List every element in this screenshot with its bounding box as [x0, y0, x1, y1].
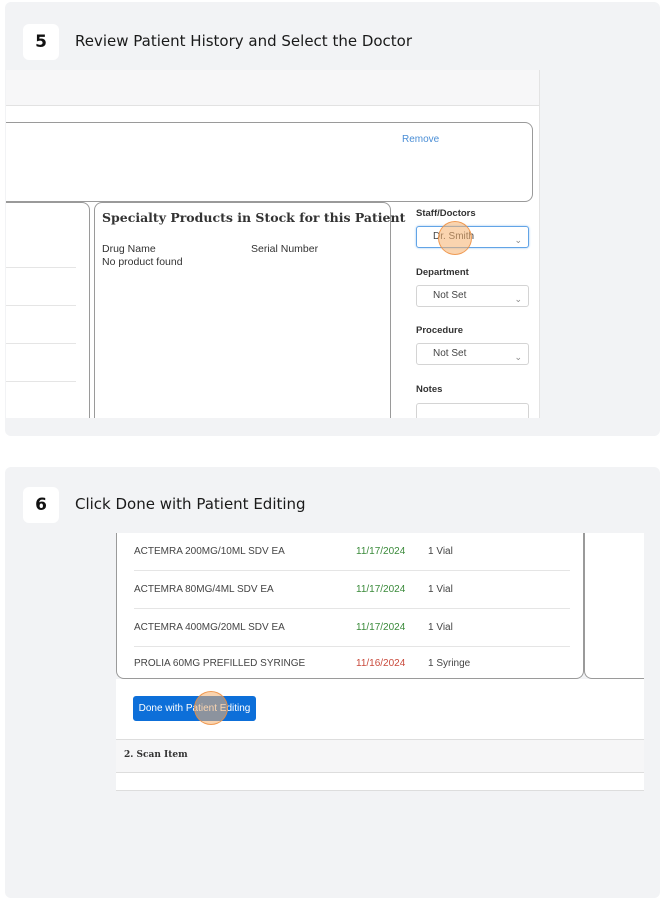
table-row: ACTEMRA 80MG/4ML SDV EA 11/17/2024 1 Via…	[134, 571, 570, 609]
step-number: 6	[23, 487, 59, 523]
scan-item-section: 2. Scan Item	[116, 739, 644, 773]
divider	[6, 343, 76, 344]
staff-doctors-select[interactable]: Dr. Smith ⌄	[416, 226, 529, 248]
side-panel	[584, 533, 644, 679]
medication-list-panel: ACTEMRA 200MG/10ML SDV EA 11/17/2024 1 V…	[116, 533, 584, 679]
step-6-screenshot: ACTEMRA 200MG/10ML SDV EA 11/17/2024 1 V…	[22, 533, 644, 881]
step-6-card: 6 Click Done with Patient Editing ACTEMR…	[5, 467, 660, 898]
patient-history-panel	[6, 202, 90, 418]
right-gutter	[539, 70, 644, 418]
top-bar	[6, 70, 539, 106]
divider	[6, 305, 76, 306]
step-5-card: 5 Review Patient History and Select the …	[5, 2, 660, 436]
item-name: ACTEMRA 80MG/4ML SDV EA	[134, 584, 274, 595]
table-row: ACTEMRA 400MG/20ML SDV EA 11/17/2024 1 V…	[134, 609, 570, 647]
column-header-drug-name: Drug Name	[102, 243, 156, 255]
divider	[6, 267, 76, 268]
empty-message: No product found	[102, 256, 183, 268]
item-quantity: 1 Vial	[428, 584, 453, 595]
done-with-patient-editing-button[interactable]: Done with Patient Editing	[133, 696, 256, 721]
scan-item-title: 2. Scan Item	[124, 750, 188, 760]
item-date: 11/17/2024	[356, 622, 406, 633]
procedure-label: Procedure	[416, 325, 463, 336]
specialty-products-panel	[94, 202, 391, 418]
procedure-select[interactable]: Not Set ⌄	[416, 343, 529, 365]
department-value: Not Set	[433, 290, 467, 301]
step-5-screenshot: Remove Specialty Products in Stock for t…	[6, 70, 644, 418]
chevron-down-icon: ⌄	[514, 235, 522, 245]
scan-item-body	[116, 773, 644, 791]
item-date: 11/16/2024	[356, 658, 406, 669]
item-quantity: 1 Vial	[428, 546, 453, 557]
staff-doctors-label: Staff/Doctors	[416, 208, 476, 219]
patient-notes-panel	[6, 122, 533, 202]
specialty-products-title: Specialty Products in Stock for this Pat…	[102, 210, 406, 225]
column-header-serial-number: Serial Number	[251, 243, 319, 255]
staff-doctors-value: Dr. Smith	[433, 231, 475, 242]
table-row: ACTEMRA 200MG/10ML SDV EA 11/17/2024 1 V…	[134, 533, 570, 571]
step-number: 5	[23, 24, 59, 60]
chevron-down-icon: ⌄	[514, 352, 522, 362]
item-date: 11/17/2024	[356, 584, 406, 595]
step-title: Click Done with Patient Editing	[75, 495, 306, 513]
item-name: ACTEMRA 200MG/10ML SDV EA	[134, 546, 285, 557]
department-label: Department	[416, 267, 469, 278]
procedure-value: Not Set	[433, 348, 467, 359]
department-select[interactable]: Not Set ⌄	[416, 285, 529, 307]
notes-label: Notes	[416, 384, 443, 395]
item-quantity: 1 Vial	[428, 622, 453, 633]
remove-link[interactable]: Remove	[402, 134, 439, 145]
table-row: PROLIA 60MG PREFILLED SYRINGE 11/16/2024…	[134, 645, 570, 683]
item-name: ACTEMRA 400MG/20ML SDV EA	[134, 622, 285, 633]
notes-input[interactable]	[416, 403, 529, 418]
step-title: Review Patient History and Select the Do…	[75, 32, 413, 50]
item-date: 11/17/2024	[356, 546, 406, 557]
item-quantity: 1 Syringe	[428, 658, 471, 669]
divider	[6, 381, 76, 382]
chevron-down-icon: ⌄	[514, 294, 522, 304]
item-name: PROLIA 60MG PREFILLED SYRINGE	[134, 658, 306, 669]
